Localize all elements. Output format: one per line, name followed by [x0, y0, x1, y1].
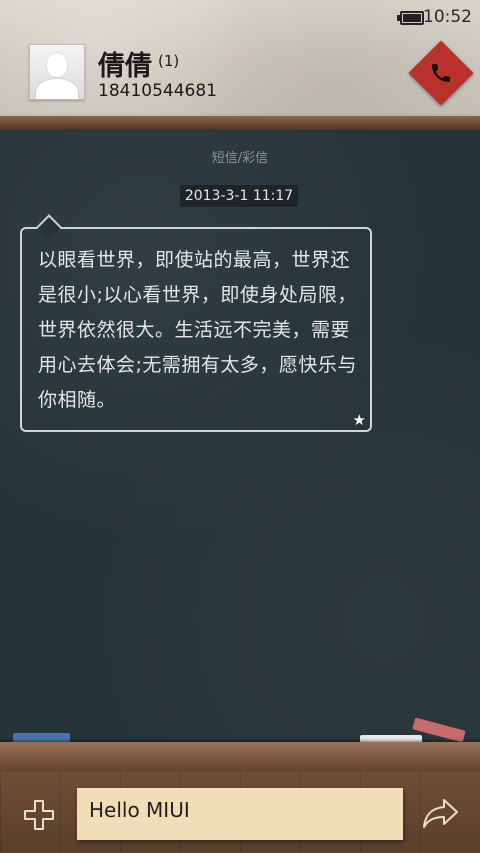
message-input[interactable]: Hello MIUI: [77, 788, 403, 840]
battery-icon: [397, 11, 424, 25]
message-count: (1): [158, 52, 180, 70]
send-icon[interactable]: [420, 796, 460, 832]
status-bar: 10:52: [0, 0, 480, 34]
add-attachment-icon[interactable]: [22, 798, 56, 832]
chalk-blue: [13, 733, 70, 742]
message-input-text: Hello MIUI: [89, 798, 190, 822]
status-time: 10:52: [423, 7, 472, 27]
header-wood-frame: [0, 116, 480, 130]
chalk-tray: [0, 742, 480, 772]
avatar-body-icon: [36, 79, 78, 99]
phone-icon: [432, 64, 450, 82]
contact-phone-number: 18410544681: [98, 81, 217, 101]
chalkboard-background: [0, 130, 480, 742]
thread-type-label: 短信/彩信: [211, 151, 269, 166]
star-icon: ★: [352, 411, 366, 429]
contact-name: 倩倩: [98, 51, 152, 82]
contact-avatar[interactable]: [29, 44, 85, 100]
message-text: 以眼看世界，即使站的最高，世界还是很小;以心看世界，即使身处局限，世界依然很大。…: [38, 249, 357, 411]
message-date: 2013-3-1 11:17: [180, 185, 298, 207]
avatar-head-icon: [47, 53, 67, 77]
message-bubble[interactable]: 以眼看世界，即使站的最高，世界还是很小;以心看世界，即使身处局限，世界依然很大。…: [20, 214, 372, 432]
